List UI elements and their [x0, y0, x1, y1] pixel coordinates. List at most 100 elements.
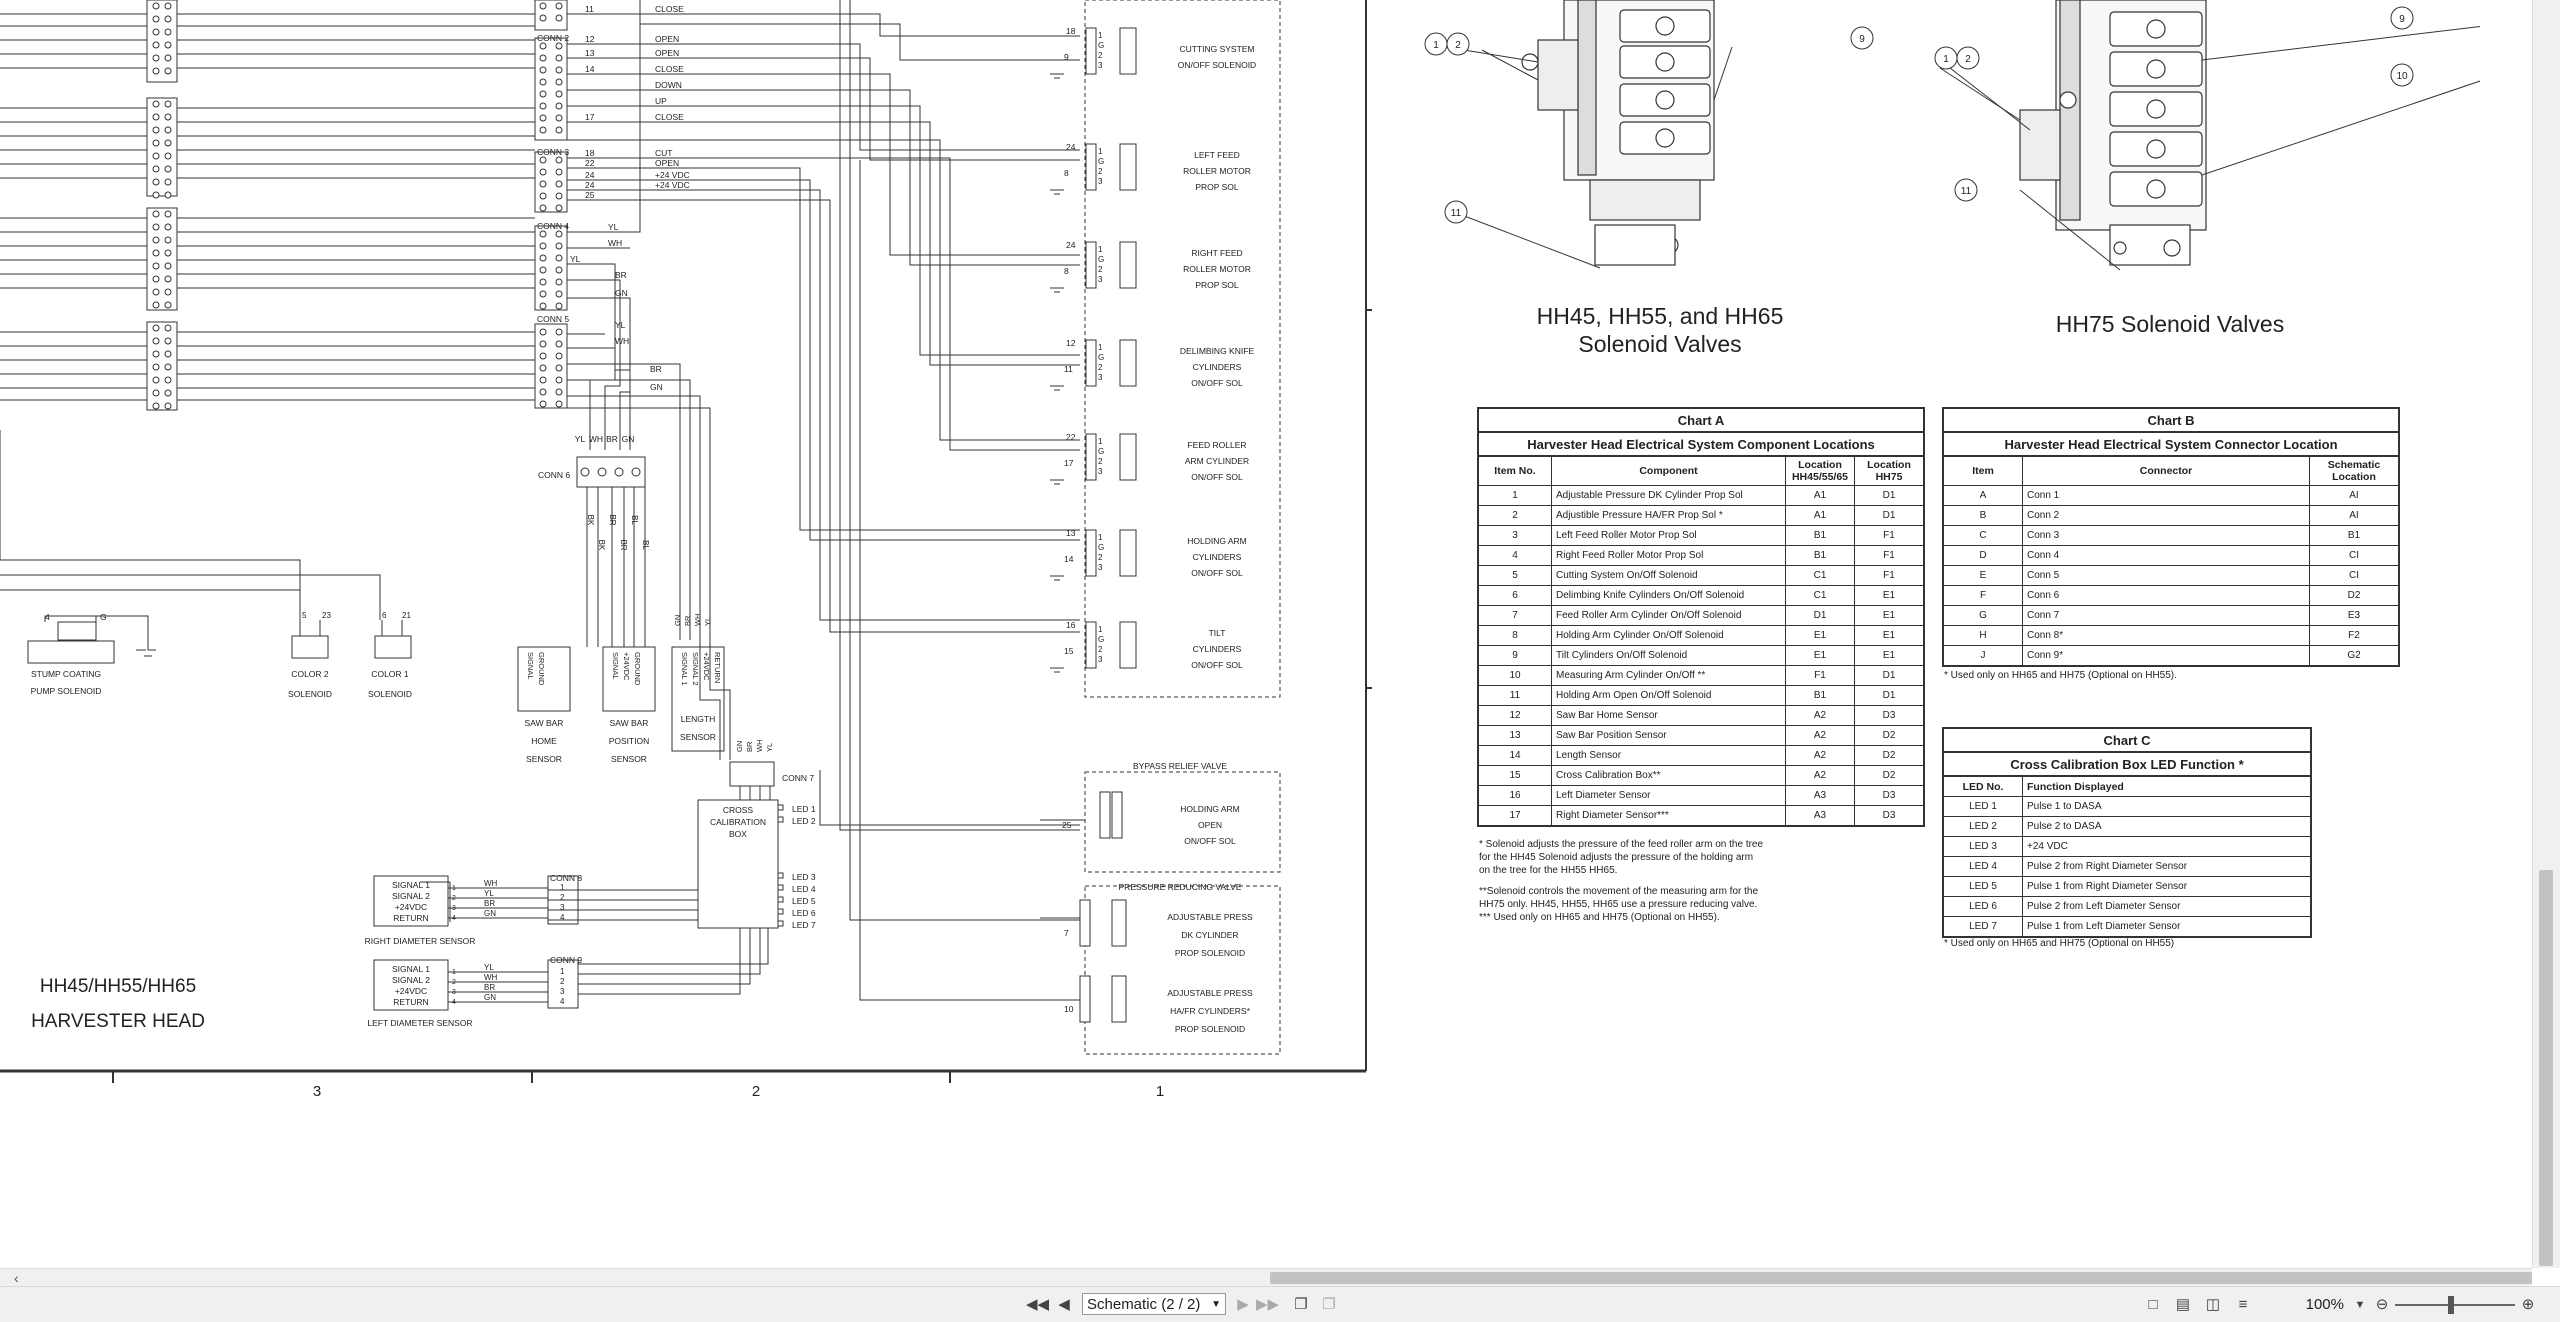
solenoid-label: SOLENOID	[368, 689, 412, 699]
chart-a-cell: Left Diameter Sensor	[1551, 785, 1786, 806]
pin-dot	[539, 102, 547, 110]
solenoid-coil	[1111, 791, 1123, 839]
last-page-icon[interactable]: ▶▶	[1256, 1295, 1279, 1315]
bypass-relief-label: BYPASS RELIEF VALVE	[1133, 761, 1227, 771]
pin-dot	[152, 275, 160, 283]
chart-a-cell: Left Feed Roller Motor Prop Sol	[1551, 525, 1786, 546]
horizontal-scroll-thumb[interactable]	[1270, 1272, 2532, 1284]
pin-dot	[152, 2, 160, 10]
chart-a-cell: 4	[1477, 545, 1552, 566]
pin-dot	[152, 324, 160, 332]
pin-dot	[152, 350, 160, 358]
pin-number: 3	[1098, 275, 1103, 284]
chart-a-cell: Saw Bar Position Sensor	[1551, 725, 1786, 746]
chart-a-row: 11 Holding Arm Open On/Off Solenoid B1 D1	[1477, 685, 1925, 706]
solenoid-label: HOLDING ARM	[1180, 804, 1240, 814]
wire-label: 18	[585, 148, 595, 158]
ground-symbol	[1050, 189, 1064, 195]
zone-col-2: 2	[752, 1083, 760, 1100]
fit-width-icon[interactable]: ≡	[2232, 1295, 2254, 1315]
paste-page-icon[interactable]: ❐	[1318, 1295, 1340, 1315]
chart-a-title: Harvester Head Electrical System Compone…	[1477, 431, 1925, 457]
horizontal-scrollbar[interactable]: ‹	[0, 1268, 2532, 1287]
solenoid-coil	[1119, 433, 1137, 481]
chart-a-cell: 15	[1477, 765, 1552, 786]
pin-number: 1	[452, 969, 456, 976]
ground-symbol	[1050, 575, 1064, 581]
pin-dot	[152, 100, 160, 108]
solenoid-coil	[1119, 529, 1137, 577]
chart-a-cell: 5	[1477, 565, 1552, 586]
chart-a-cell: 8	[1477, 625, 1552, 646]
zoom-in-icon[interactable]: ⊕	[2518, 1295, 2538, 1315]
single-page-view-icon[interactable]: □	[2142, 1295, 2164, 1315]
wire-color-label: BL	[641, 540, 650, 550]
chart-c-row: LED 7 Pulse 1 from Left Diameter Sensor	[1942, 916, 2312, 938]
chart-a-cell: E1	[1854, 645, 1925, 666]
solenoid-valve-illustrations: 1 29111 291011	[1424, 0, 2480, 271]
pin-dot	[164, 178, 172, 186]
chart-a-cell: D1	[1854, 685, 1925, 706]
document-viewport[interactable]: 11 CLOSE 12 OPEN 13 OPEN 14 CLOSE DOWN UP 17 CLOSE 1…	[0, 0, 2532, 1268]
conn6-label: CONN 6	[538, 470, 570, 480]
vertical-scrollbar[interactable]	[2532, 0, 2560, 1268]
chart-c-header-led: LED No.	[1942, 775, 2023, 797]
wire-color-label: BR	[606, 434, 618, 444]
chart-a-cell: 17	[1477, 805, 1552, 827]
zoom-out-icon[interactable]: ⊖	[2372, 1295, 2392, 1315]
wire-color-label: BK	[597, 540, 606, 551]
previous-page-icon[interactable]: ◀	[1054, 1295, 1074, 1315]
led-label: LED 2	[792, 816, 816, 826]
wire-number: 24	[1066, 142, 1076, 152]
chart-a-row: 16 Left Diameter Sensor A3 D3	[1477, 785, 1925, 806]
chart-a-row: 17 Right Diameter Sensor*** A3 D3	[1477, 805, 1925, 827]
chart-a-cell: Tilt Cylinders On/Off Solenoid	[1551, 645, 1786, 666]
pin-dot	[152, 178, 160, 186]
chart-c-table: Chart C Cross Calibration Box LED Functi…	[1942, 727, 2312, 938]
chart-a-header-loc2: Location HH75	[1854, 455, 1925, 486]
scroll-left-arrow-icon[interactable]: ‹	[14, 1269, 19, 1287]
diameter-pin-label: RETURN	[393, 997, 428, 1007]
chart-a-cell: A3	[1785, 785, 1855, 806]
pin-dot	[539, 388, 547, 396]
pin-dot	[164, 126, 172, 134]
zoom-dropdown-icon[interactable]: ▼	[2352, 1295, 2368, 1315]
continuous-view-icon[interactable]: ▤	[2172, 1295, 2194, 1315]
wire-number: 18	[1066, 26, 1076, 36]
chart-a-cell: C1	[1785, 585, 1855, 606]
zoom-slider-track[interactable]	[2395, 1304, 2515, 1306]
wire-label: 22	[585, 158, 595, 168]
chart-a-row: 4 Right Feed Roller Motor Prop Sol B1 F1	[1477, 545, 1925, 566]
callout-number: 1	[1943, 54, 1949, 65]
pin-dot	[539, 242, 547, 250]
chart-a-row: 5 Cutting System On/Off Solenoid C1 F1	[1477, 565, 1925, 586]
zoom-slider-knob[interactable]	[2448, 1296, 2454, 1314]
pin-dot	[164, 54, 172, 62]
wire-label: 24	[585, 180, 595, 190]
solenoid-connector	[1085, 433, 1097, 481]
chart-c-cell: Pulse 1 to DASA	[2022, 796, 2312, 817]
next-page-icon[interactable]: ▶	[1234, 1295, 1252, 1315]
page-selector[interactable]: Schematic (2 / 2) ▼	[1082, 1293, 1226, 1315]
chart-a-cell: E1	[1854, 625, 1925, 646]
zoom-level[interactable]: 100%	[2272, 1295, 2344, 1315]
chart-a-cell: D3	[1854, 785, 1925, 806]
sensor-pin-label: SIGNAL 1	[680, 652, 689, 686]
callout-number: 9	[1859, 34, 1865, 45]
zone-col-1: 1	[1156, 1083, 1164, 1100]
copy-page-icon[interactable]: ❐	[1290, 1295, 1312, 1315]
two-page-view-icon[interactable]: ◫	[2202, 1295, 2224, 1315]
valve-title-right: HH75 Solenoid Valves	[2055, 311, 2285, 337]
first-page-icon[interactable]: ◀◀	[1026, 1295, 1049, 1315]
pin-number: G	[1098, 41, 1104, 50]
chart-c-cell: Pulse 2 from Left Diameter Sensor	[2022, 896, 2312, 917]
chart-c-title: Cross Calibration Box LED Function *	[1942, 751, 2312, 777]
wire-label: CLOSE	[655, 4, 684, 14]
chart-b-row: J Conn 9* G2	[1942, 645, 2400, 667]
chart-a-cell: 6	[1477, 585, 1552, 606]
vertical-scroll-thumb[interactable]	[2539, 870, 2553, 1266]
chart-b-header-location: Schematic Location	[2309, 455, 2400, 486]
chart-c-cell: LED 5	[1942, 876, 2023, 897]
wire-color-label: WH	[693, 614, 702, 627]
pin-number: 4	[452, 999, 456, 1006]
